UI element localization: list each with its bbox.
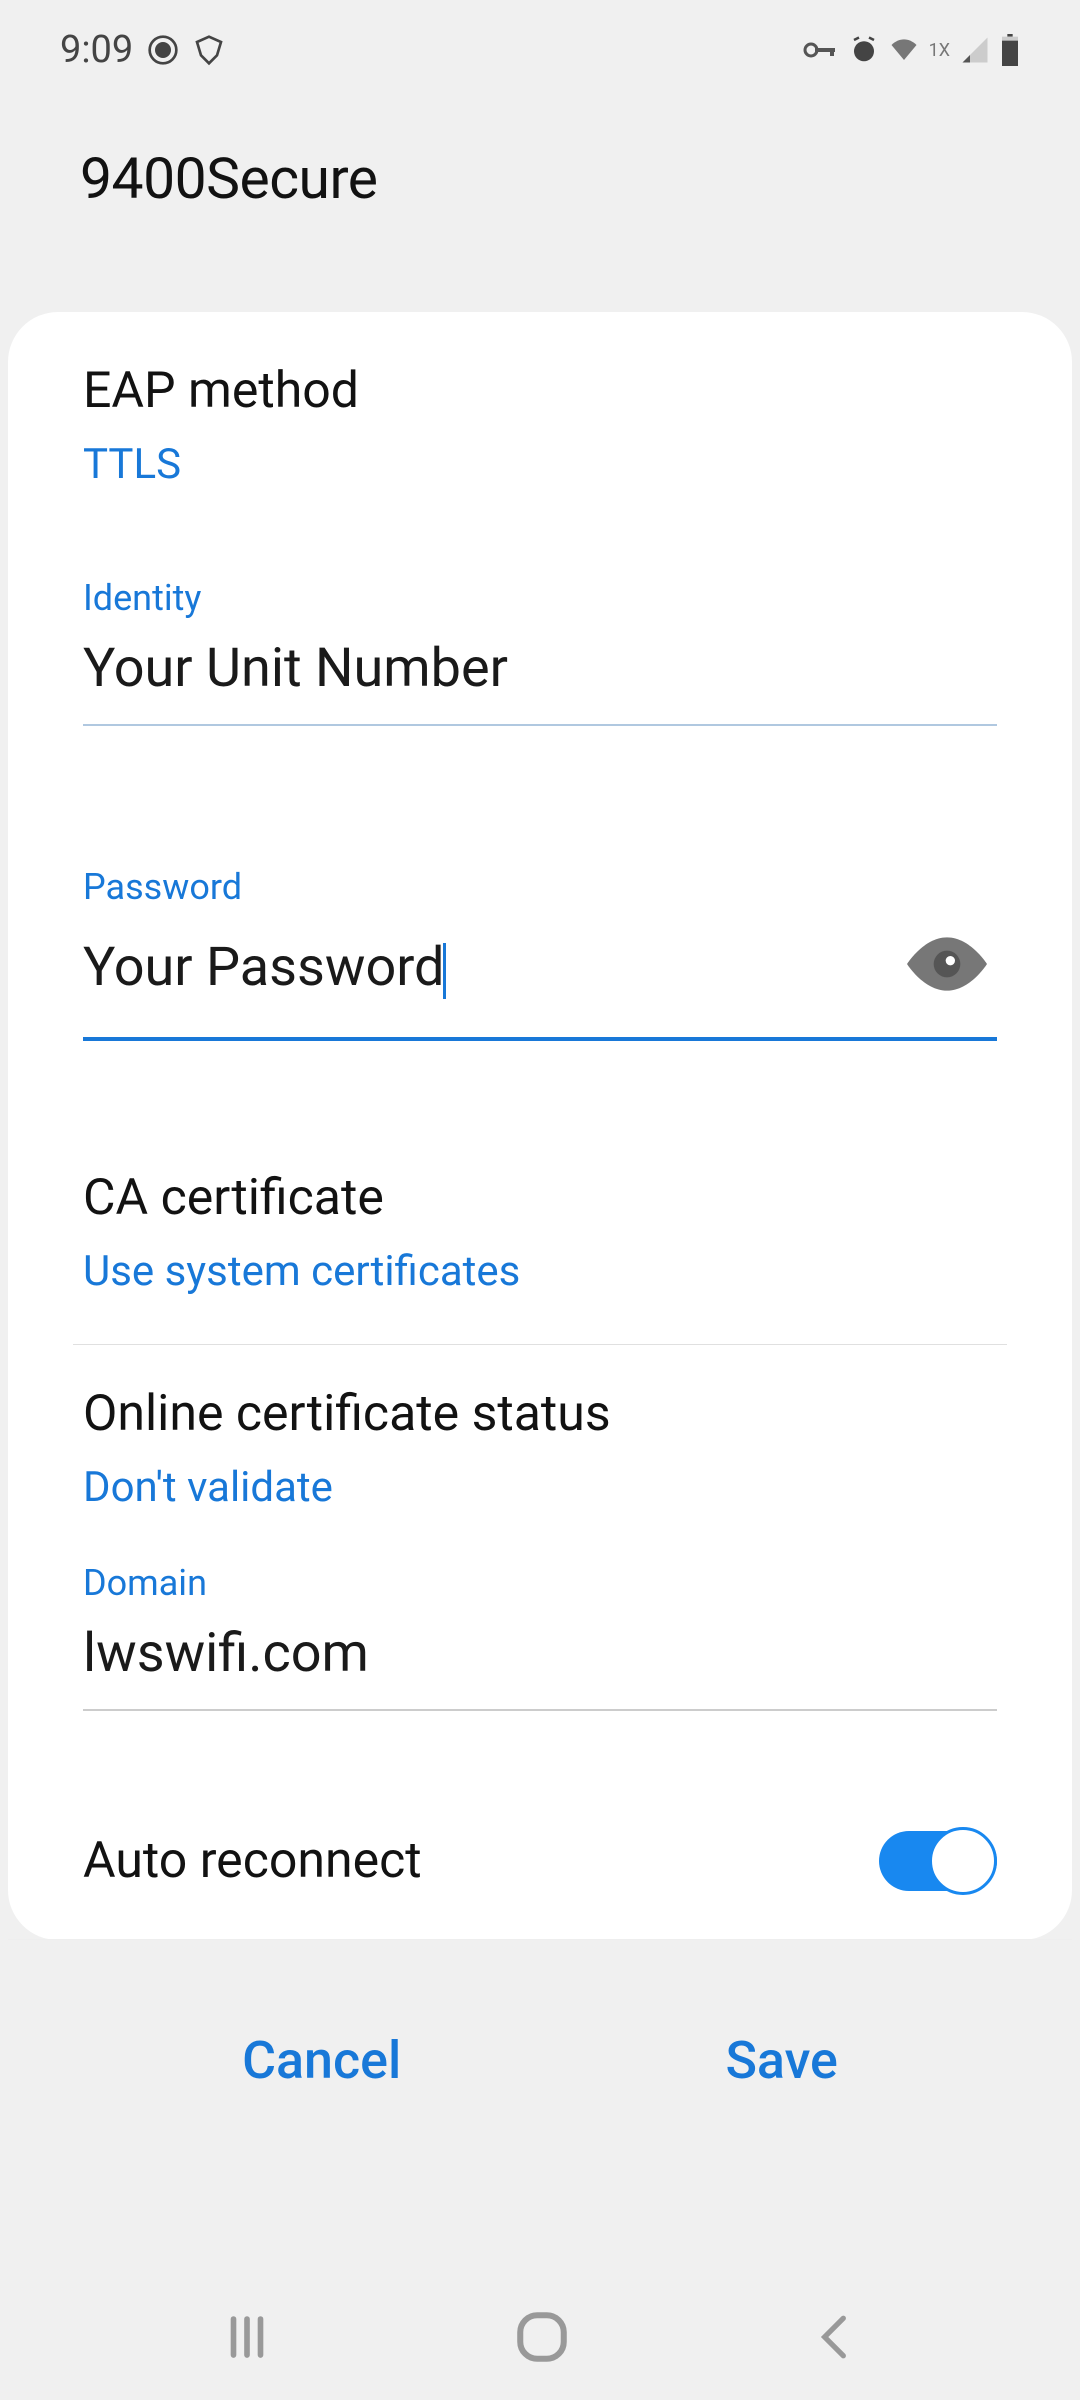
- page-title: 9400Secure: [0, 100, 1080, 312]
- status-time: 9:09: [60, 28, 133, 72]
- domain-field[interactable]: Domain: [8, 1544, 1072, 1711]
- ca-certificate-label: CA certificate: [83, 1169, 997, 1227]
- status-bar: 9:09 1X: [0, 0, 1080, 100]
- eap-method-value: TTLS: [83, 440, 997, 489]
- ocsp-value: Don't validate: [83, 1463, 997, 1512]
- status-bar-left: 9:09: [60, 28, 225, 72]
- domain-label: Domain: [83, 1562, 997, 1604]
- cancel-button[interactable]: Cancel: [202, 2010, 441, 2111]
- alarm-icon: [849, 35, 879, 65]
- network-label: 1X: [929, 40, 950, 61]
- wifi-icon: [889, 35, 919, 65]
- password-input[interactable]: Your Password: [83, 908, 997, 1041]
- identity-field[interactable]: Identity: [8, 537, 1072, 726]
- back-icon[interactable]: [810, 2312, 860, 2366]
- location-icon: [147, 34, 179, 66]
- ca-certificate-value: Use system certificates: [83, 1247, 997, 1296]
- home-icon[interactable]: [513, 2308, 571, 2370]
- auto-reconnect-toggle[interactable]: [879, 1831, 997, 1891]
- ocsp-label: Online certificate status: [83, 1385, 997, 1443]
- show-password-icon[interactable]: [907, 936, 987, 996]
- battery-icon: [1000, 34, 1020, 66]
- auto-reconnect-label: Auto reconnect: [83, 1832, 422, 1890]
- ocsp-row[interactable]: Online certificate status Don't validate: [8, 1345, 1072, 1544]
- password-field[interactable]: Password Your Password: [8, 826, 1072, 1059]
- recents-icon[interactable]: [220, 2310, 274, 2368]
- identity-input[interactable]: [83, 619, 997, 726]
- status-bar-right: 1X: [803, 34, 1020, 66]
- system-nav-bar: [0, 2308, 1080, 2370]
- save-button[interactable]: Save: [685, 2010, 877, 2111]
- auto-reconnect-row[interactable]: Auto reconnect: [8, 1771, 1072, 1940]
- shield-outline-icon: [193, 34, 225, 66]
- signal-icon: [960, 35, 990, 65]
- domain-input[interactable]: [83, 1604, 997, 1711]
- dialog-button-row: Cancel Save: [0, 1940, 1080, 2151]
- password-label: Password: [83, 866, 997, 908]
- ca-certificate-row[interactable]: CA certificate Use system certificates: [8, 1119, 1072, 1344]
- identity-label: Identity: [83, 577, 997, 619]
- wifi-config-card: EAP method TTLS Identity Password Your P…: [8, 312, 1072, 1940]
- eap-method-label: EAP method: [83, 362, 997, 420]
- vpn-key-icon: [803, 38, 839, 62]
- eap-method-row[interactable]: EAP method TTLS: [8, 312, 1072, 537]
